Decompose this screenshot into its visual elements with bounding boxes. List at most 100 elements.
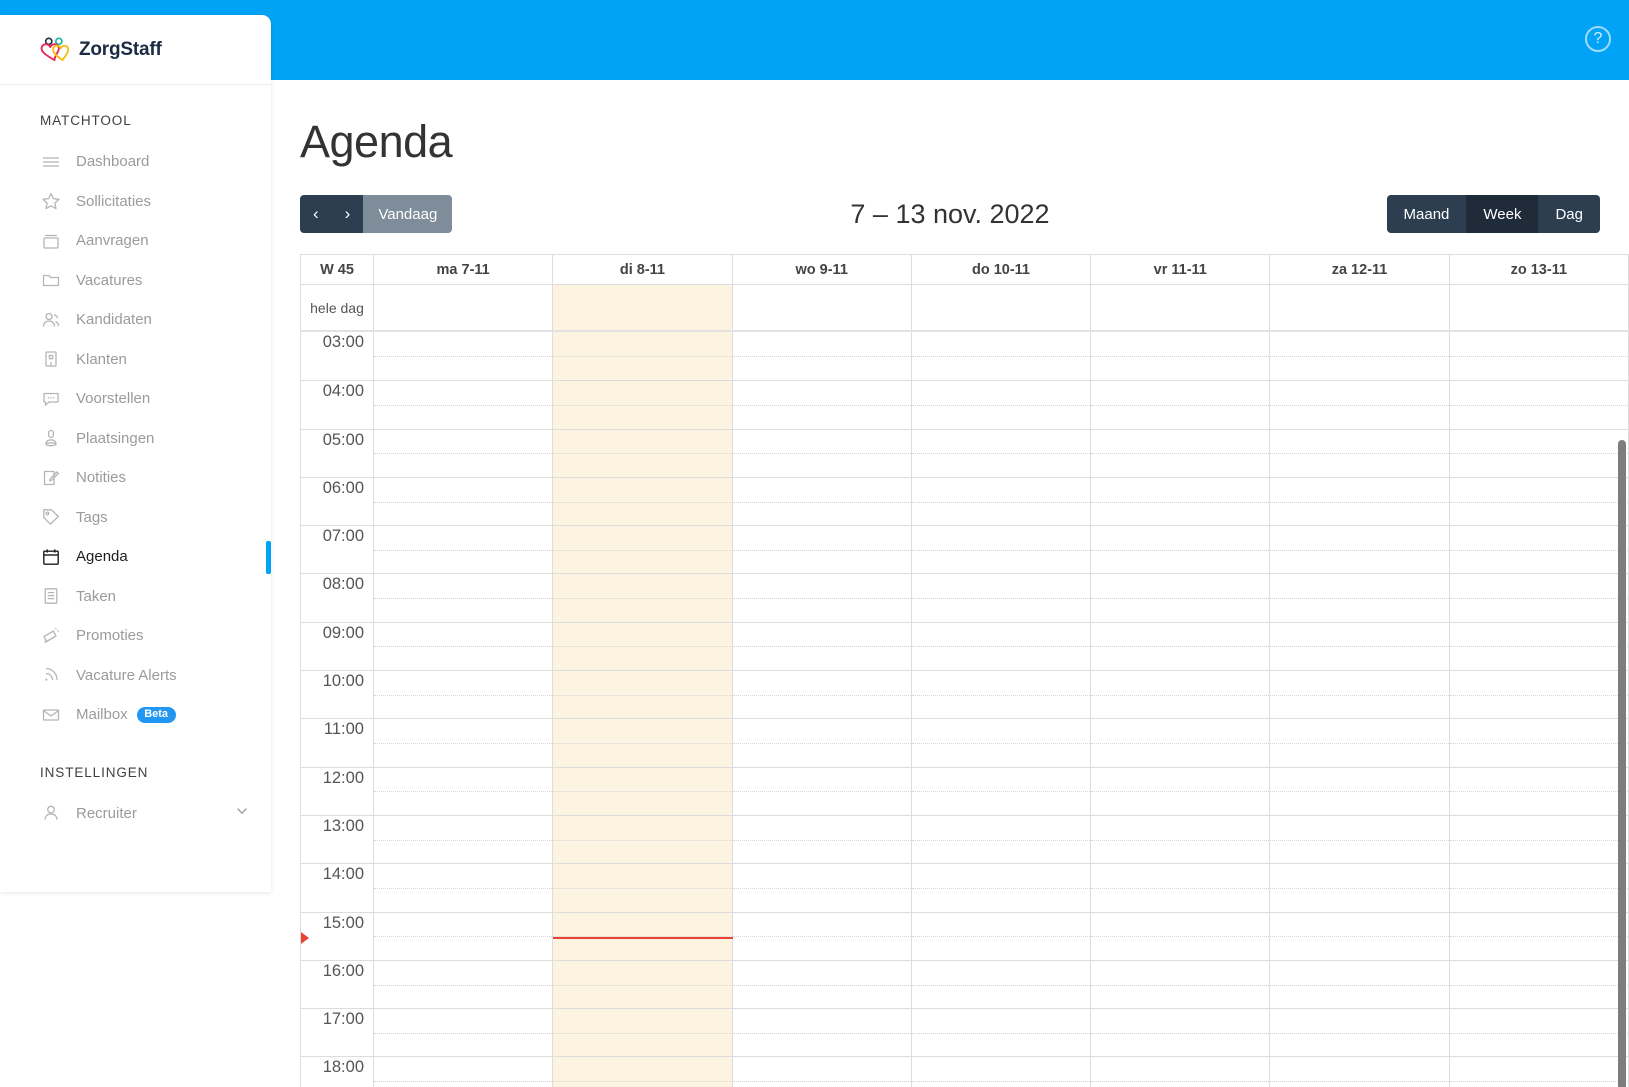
time-slot-cell[interactable] — [1270, 332, 1450, 381]
time-slot-cell[interactable] — [732, 814, 912, 864]
brand-logo[interactable]: ZorgStaff — [40, 37, 162, 63]
time-slot-cell[interactable] — [911, 718, 1092, 767]
sidebar-item-plaatsingen[interactable]: Plaatsingen — [0, 419, 271, 459]
chevron-down-icon[interactable] — [235, 804, 249, 822]
time-slot-cell[interactable] — [374, 911, 554, 960]
time-slot-cell[interactable] — [732, 573, 912, 622]
time-slot-cell[interactable] — [1449, 814, 1629, 864]
time-slot-cell[interactable] — [1270, 766, 1450, 815]
time-slot-cell-today[interactable] — [553, 959, 733, 1009]
time-slot-cell[interactable] — [1270, 573, 1450, 622]
time-slot-cell[interactable] — [732, 428, 912, 477]
time-slot-cell[interactable] — [911, 911, 1092, 960]
time-slot-cell[interactable] — [732, 718, 912, 767]
time-slot-cell[interactable] — [374, 573, 554, 622]
time-slot-cell[interactable] — [1449, 380, 1629, 429]
time-slot-cell[interactable] — [1270, 814, 1450, 864]
time-slot-cell[interactable] — [911, 428, 1092, 477]
time-slot-cell[interactable] — [732, 1056, 912, 1087]
time-slot-cell[interactable] — [732, 476, 912, 526]
time-slot-cell[interactable] — [1091, 959, 1271, 1009]
time-slot-cell[interactable] — [1091, 573, 1271, 622]
time-slot-cell[interactable] — [1091, 814, 1271, 864]
time-slot-cell[interactable] — [1270, 380, 1450, 429]
view-button-maand[interactable]: Maand — [1386, 195, 1467, 233]
time-slot-cell[interactable] — [374, 718, 554, 767]
time-slot-cell[interactable] — [1091, 766, 1271, 815]
time-slot-cell[interactable] — [374, 814, 554, 864]
all-day-cell[interactable] — [374, 285, 554, 330]
time-slot-cell[interactable] — [1449, 476, 1629, 526]
time-slot-cell[interactable] — [1449, 863, 1629, 912]
sidebar-item-vacature-alerts[interactable]: Vacature Alerts — [0, 656, 271, 696]
time-slot-cell-today[interactable] — [553, 428, 733, 477]
time-slot-cell-today[interactable] — [553, 863, 733, 912]
time-slot-cell-today[interactable] — [553, 332, 733, 381]
sidebar-item-promoties[interactable]: Promoties — [0, 616, 271, 656]
time-slot-cell[interactable] — [1270, 670, 1450, 719]
sidebar-item-mailbox[interactable]: Mailbox Beta — [0, 695, 271, 735]
day-header-za[interactable]: za 12-11 — [1270, 255, 1450, 284]
sidebar-item-voorstellen[interactable]: Voorstellen — [0, 379, 271, 419]
sidebar-item-notities[interactable]: Notities — [0, 458, 271, 498]
time-slot-cell[interactable] — [911, 332, 1092, 381]
time-slot-cell[interactable] — [374, 525, 554, 574]
time-slot-cell[interactable] — [1449, 1056, 1629, 1087]
time-slot-cell-today[interactable] — [553, 670, 733, 719]
all-day-cell[interactable] — [733, 285, 912, 330]
time-slot-cell[interactable] — [374, 959, 554, 1009]
all-day-cell[interactable] — [1270, 285, 1450, 330]
time-slot-cell[interactable] — [1091, 670, 1271, 719]
time-slot-cell[interactable] — [911, 1008, 1092, 1057]
day-header-vr[interactable]: vr 11-11 — [1091, 255, 1271, 284]
day-header-do[interactable]: do 10-11 — [912, 255, 1092, 284]
time-slot-cell[interactable] — [911, 380, 1092, 429]
sidebar-item-sollicitaties[interactable]: Sollicitaties — [0, 182, 271, 222]
time-slot-cell[interactable] — [1091, 380, 1271, 429]
time-slot-cell[interactable] — [1270, 911, 1450, 960]
time-slot-cell[interactable] — [374, 766, 554, 815]
time-slot-cell[interactable] — [1449, 670, 1629, 719]
time-slot-cell[interactable] — [1091, 1008, 1271, 1057]
time-slot-cell[interactable] — [1270, 1008, 1450, 1057]
time-slot-cell[interactable] — [1449, 332, 1629, 381]
time-slot-cell[interactable] — [1270, 718, 1450, 767]
time-slot-cell[interactable] — [1091, 718, 1271, 767]
time-slot-cell-today[interactable] — [553, 1008, 733, 1057]
time-slot-cell[interactable] — [374, 621, 554, 671]
time-slot-cell[interactable] — [374, 332, 554, 381]
time-slot-cell[interactable] — [1449, 718, 1629, 767]
time-slot-cell[interactable] — [732, 380, 912, 429]
help-icon[interactable]: ? — [1585, 26, 1611, 52]
time-slot-cell[interactable] — [1449, 959, 1629, 1009]
time-slot-cell[interactable] — [1091, 1056, 1271, 1087]
time-slot-cell[interactable] — [732, 1008, 912, 1057]
time-slot-cell[interactable] — [1449, 525, 1629, 574]
today-button[interactable]: Vandaag — [363, 195, 453, 233]
time-slot-cell[interactable] — [1449, 428, 1629, 477]
day-header-di[interactable]: di 8-11 — [553, 255, 733, 284]
all-day-cell[interactable] — [912, 285, 1092, 330]
time-slot-cell[interactable] — [911, 573, 1092, 622]
view-button-dag[interactable]: Dag — [1538, 195, 1600, 233]
time-slot-cell[interactable] — [1449, 766, 1629, 815]
time-slot-cell-today[interactable] — [553, 621, 733, 671]
sidebar-item-kandidaten[interactable]: Kandidaten — [0, 300, 271, 340]
time-slot-cell[interactable] — [1091, 863, 1271, 912]
time-slot-cell[interactable] — [1449, 911, 1629, 960]
time-slot-cell[interactable] — [732, 959, 912, 1009]
time-slot-cell[interactable] — [1091, 332, 1271, 381]
time-slot-cell[interactable] — [1270, 1056, 1450, 1087]
time-slot-cell[interactable] — [374, 1008, 554, 1057]
time-slot-cell[interactable] — [1270, 863, 1450, 912]
time-slot-cell[interactable] — [374, 670, 554, 719]
time-slot-cell[interactable] — [1270, 476, 1450, 526]
time-slot-cell[interactable] — [1270, 525, 1450, 574]
time-slot-cell[interactable] — [1449, 621, 1629, 671]
calendar-scrollbar[interactable] — [1618, 440, 1626, 1087]
time-slot-cell[interactable] — [911, 1056, 1092, 1087]
time-slot-cell[interactable] — [732, 670, 912, 719]
time-slot-cell[interactable] — [374, 380, 554, 429]
time-slot-cell-today[interactable] — [553, 814, 733, 864]
time-slot-cell[interactable] — [1091, 911, 1271, 960]
